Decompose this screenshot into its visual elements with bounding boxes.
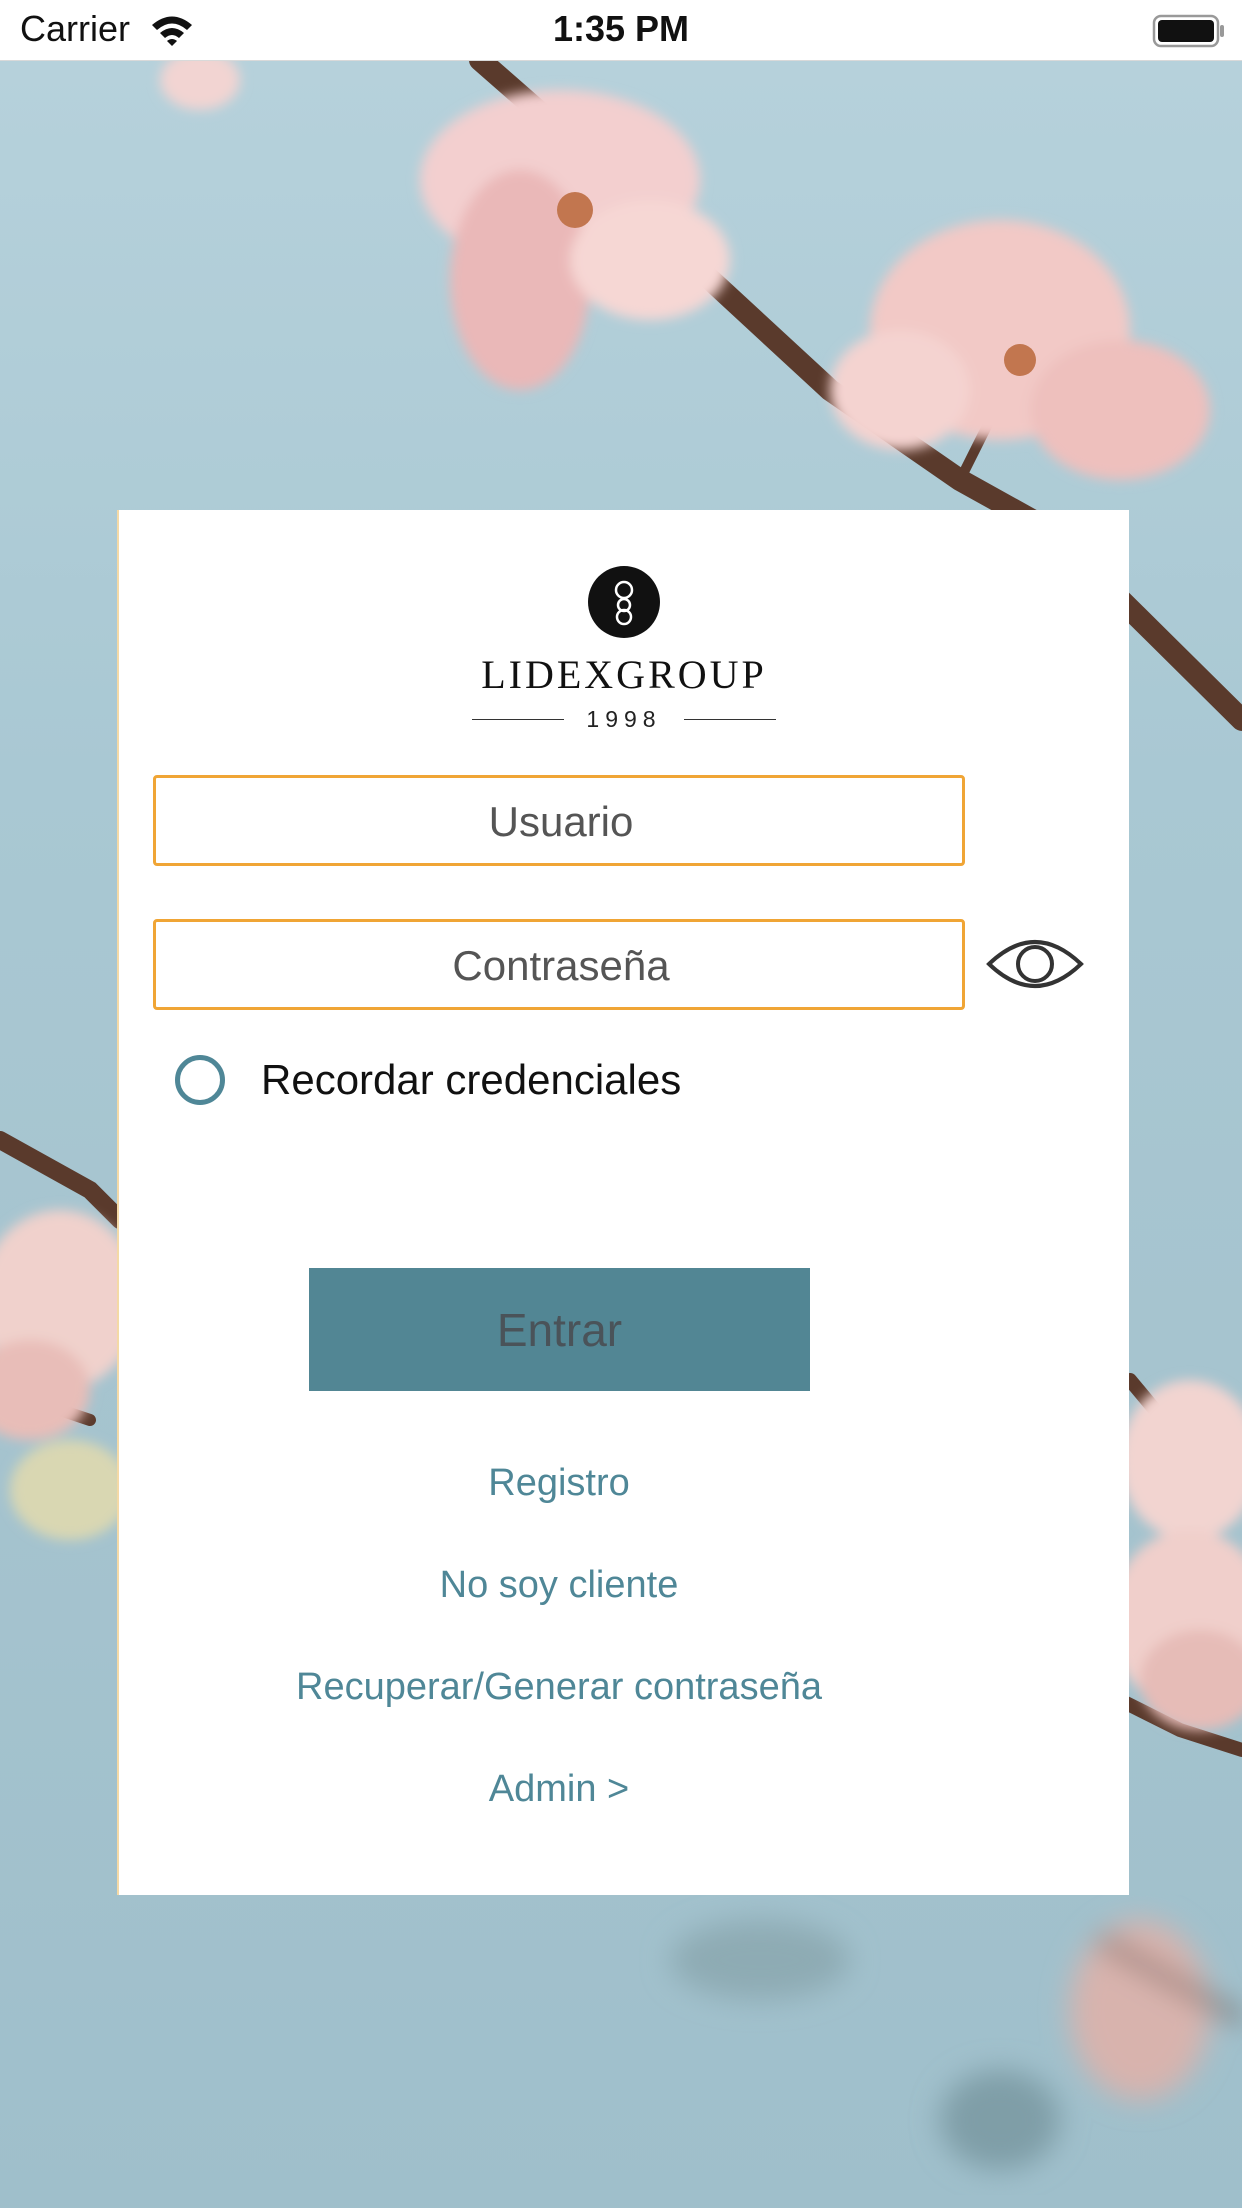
eye-icon[interactable]	[985, 932, 1085, 996]
brand-year-row: 1998	[119, 706, 1129, 733]
remember-credentials-toggle[interactable]: Recordar credenciales	[175, 1045, 681, 1115]
username-field	[153, 775, 966, 866]
brand-logo: LIDEXGROUP 1998	[119, 565, 1129, 733]
divider-line	[683, 719, 776, 720]
divider-line	[472, 719, 565, 720]
admin-link[interactable]: Admin >	[119, 1768, 999, 1811]
not-client-link[interactable]: No soy cliente	[119, 1564, 999, 1607]
lidexgroup-monogram-icon	[588, 566, 660, 638]
enter-button[interactable]: Entrar	[309, 1268, 810, 1391]
brand-name: LIDEXGROUP	[481, 652, 767, 697]
register-link[interactable]: Registro	[119, 1462, 999, 1505]
status-time: 1:35 PM	[552, 8, 690, 49]
brand-year: 1998	[586, 706, 662, 732]
password-field	[153, 919, 966, 1010]
login-screen: Carrier 1:35 PM LIDEXGROUP 1998 Usuario …	[0, 0, 1242, 2208]
recover-password-link[interactable]: Recuperar/Generar contraseña	[119, 1666, 999, 1709]
login-card: LIDEXGROUP 1998 Recordar credenciales En…	[117, 510, 1129, 1895]
remember-label: Recordar credenciales	[261, 1056, 682, 1103]
remember-radio[interactable]	[175, 1055, 225, 1105]
status-bar: Carrier 1:35 PM	[0, 0, 1242, 61]
password-input[interactable]	[156, 922, 966, 1009]
battery-full-icon	[1152, 14, 1224, 48]
username-input[interactable]	[156, 778, 966, 865]
